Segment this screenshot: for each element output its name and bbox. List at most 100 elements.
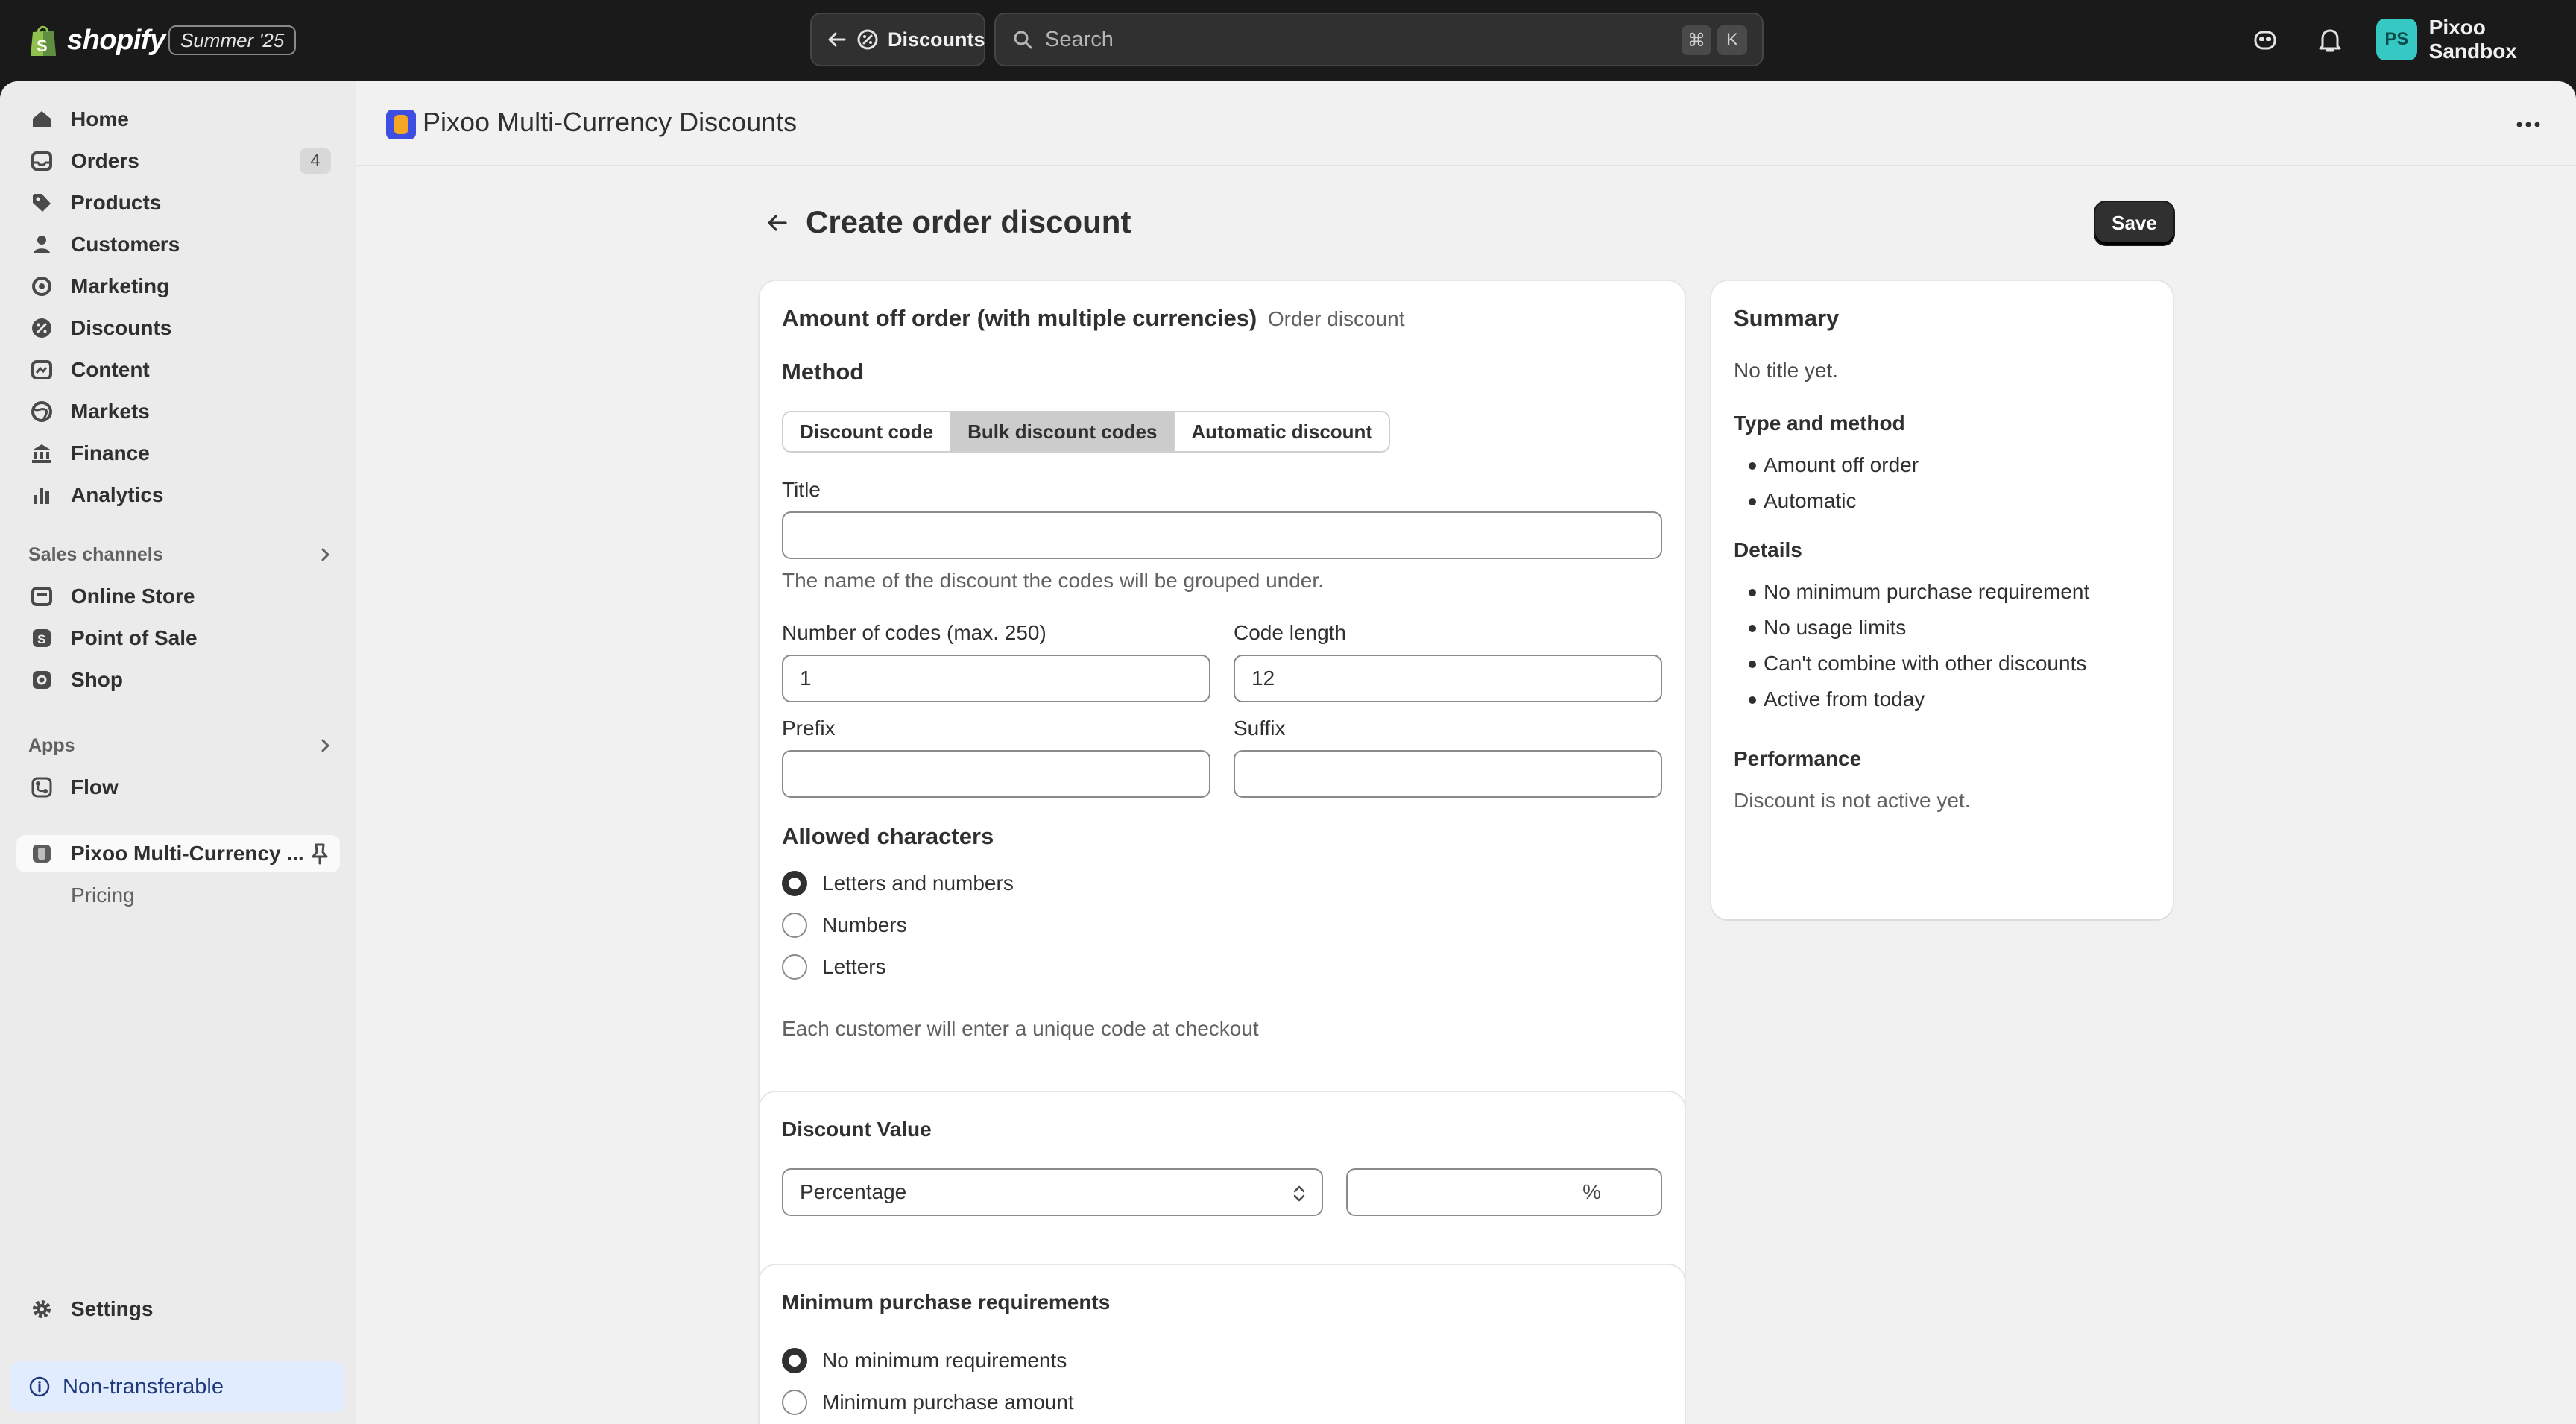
suffix-input[interactable] — [1234, 750, 1662, 798]
sidebar-item-label: Markets — [71, 400, 150, 423]
num-codes-label: Number of codes (max. 250) — [782, 621, 1046, 644]
sales-channels-header[interactable]: Sales channels — [28, 540, 340, 570]
sidebar-item-marketing[interactable]: Marketing — [16, 268, 340, 305]
shopify-logo[interactable]: S shopify — [28, 22, 165, 58]
shortcut-cmd-key: ⌘ — [1682, 25, 1711, 55]
radio-button[interactable] — [782, 1390, 807, 1415]
sidebar-subitem-pricing[interactable]: Pricing — [71, 883, 135, 907]
suffix-label: Suffix — [1234, 716, 1286, 740]
sidebar-item-home[interactable]: Home — [16, 101, 340, 138]
discount-type-heading: Amount off order (with multiple currenci… — [782, 305, 1257, 331]
radio-minimum-amount[interactable]: Minimum purchase amount — [782, 1390, 1074, 1415]
non-transferable-label: Non-transferable — [63, 1374, 224, 1399]
admin-frame: Home Orders 4 Products Customers Marketi… — [0, 81, 2576, 1424]
sidebar-item-analytics[interactable]: Analytics — [16, 476, 340, 514]
title-input[interactable] — [782, 511, 1662, 559]
discount-type-subheading: Order discount — [1267, 307, 1405, 330]
method-bulk-codes-button[interactable]: Bulk discount codes — [951, 412, 1175, 451]
radio-button-selected[interactable] — [782, 871, 807, 896]
sidekick-icon[interactable] — [2249, 24, 2282, 57]
sidebar-item-finance[interactable]: Finance — [16, 435, 340, 472]
pos-icon: S — [33, 629, 51, 647]
summary-no-title: No title yet. — [1734, 359, 1839, 382]
sidebar-item-label: Online Store — [71, 585, 195, 608]
method-automatic-button[interactable]: Automatic discount — [1175, 412, 1389, 451]
sidebar-item-point-of-sale[interactable]: S Point of Sale — [16, 620, 340, 657]
radio-label: Letters — [822, 955, 886, 978]
discount-type-select[interactable]: Percentage — [782, 1168, 1323, 1216]
summary-heading: Summary — [1734, 305, 1840, 331]
radio-label: No minimum requirements — [822, 1349, 1067, 1372]
radio-no-minimum[interactable]: No minimum requirements — [782, 1348, 1067, 1373]
radio-letters[interactable]: Letters — [782, 954, 886, 980]
code-length-input[interactable]: 12 — [1234, 655, 1662, 702]
bullet — [1749, 625, 1756, 632]
discount-amount-input[interactable]: % — [1346, 1168, 1662, 1216]
shopify-bag-icon: S — [31, 25, 56, 56]
back-arrow-icon[interactable] — [765, 210, 790, 236]
bullet — [1749, 498, 1756, 505]
sidebar-item-customers[interactable]: Customers — [16, 226, 340, 263]
bullet — [1749, 696, 1756, 704]
method-label: Method — [782, 359, 865, 385]
account-name: Pixoo Sandbox — [2428, 16, 2517, 63]
code-length-label: Code length — [1234, 621, 1347, 644]
checkout-help-text: Each customer will enter a unique code a… — [782, 1017, 1259, 1040]
app-icon — [33, 845, 51, 863]
radio-letters-and-numbers[interactable]: Letters and numbers — [782, 871, 1014, 896]
sidebar-item-flow[interactable]: Flow — [16, 769, 340, 806]
radio-numbers[interactable]: Numbers — [782, 913, 907, 938]
sidebar-item-shop[interactable]: Shop — [16, 661, 340, 699]
sidebar-item-label: Point of Sale — [71, 626, 198, 649]
sidebar-item-label: Discounts — [71, 316, 172, 339]
discount-value-heading: Discount Value — [782, 1118, 932, 1141]
save-button[interactable]: Save — [2095, 202, 2174, 245]
sidebar-item-products[interactable]: Products — [16, 184, 340, 221]
num-codes-input[interactable]: 1 — [782, 655, 1210, 702]
sidebar-item-settings[interactable]: Settings — [16, 1291, 340, 1328]
more-horizontal-icon[interactable] — [2515, 111, 2542, 138]
sales-channels-label: Sales channels — [28, 544, 163, 565]
breadcrumb-discounts-button[interactable]: Discounts — [810, 13, 985, 66]
notifications-bell-icon[interactable] — [2314, 24, 2346, 57]
select-chevrons-icon — [1293, 1185, 1305, 1202]
top-bar: S shopify Summer '25 Discounts Search ⌘ … — [0, 0, 2576, 81]
sidebar-item-discounts[interactable]: Discounts — [16, 309, 340, 347]
radio-button[interactable] — [782, 913, 807, 938]
apps-label: Apps — [28, 734, 75, 756]
sidebar-item-label: Marketing — [71, 274, 170, 297]
edition-badge[interactable]: Summer '25 — [168, 25, 297, 55]
sidebar-item-label: Orders — [71, 149, 139, 172]
card-heading: Amount off order (with multiple currenci… — [782, 305, 1405, 332]
radio-button-selected[interactable] — [782, 1348, 807, 1373]
pin-icon[interactable] — [309, 842, 331, 866]
method-segmented-control: Discount code Bulk discount codes Automa… — [782, 411, 1391, 453]
radio-button[interactable] — [782, 954, 807, 980]
radio-label: Minimum purchase amount — [822, 1390, 1074, 1414]
account-menu[interactable]: PS Pixoo Sandbox — [2376, 16, 2576, 63]
search-bar[interactable]: Search ⌘ K — [994, 13, 1764, 66]
info-icon — [29, 1376, 50, 1397]
avatar: PS — [2376, 19, 2417, 60]
chart-icon — [34, 488, 49, 504]
discount-type-selected: Percentage — [800, 1180, 907, 1203]
percent-suffix: % — [1582, 1180, 1601, 1203]
bullet — [1749, 462, 1756, 470]
sidebar-item-label: Products — [71, 191, 162, 214]
prefix-input[interactable] — [782, 750, 1210, 798]
method-discount-code-button[interactable]: Discount code — [783, 412, 952, 451]
page-title: Create order discount — [806, 204, 1131, 239]
app-title: Pixoo Multi-Currency Discounts — [423, 107, 798, 137]
apps-header[interactable]: Apps — [28, 731, 340, 760]
bullet — [1749, 589, 1756, 596]
sidebar: Home Orders 4 Products Customers Marketi… — [0, 81, 356, 1424]
globe-icon — [31, 401, 52, 422]
sidebar-item-online-store[interactable]: Online Store — [16, 578, 340, 615]
non-transferable-banner[interactable]: Non-transferable — [10, 1361, 344, 1412]
title-help-text: The name of the discount the codes will … — [782, 569, 1324, 592]
sidebar-item-pixoo-app[interactable]: Pixoo Multi-Currency ... — [16, 835, 340, 872]
app-header: Pixoo Multi-Currency Discounts — [356, 81, 2576, 166]
sidebar-item-markets[interactable]: Markets — [16, 393, 340, 430]
sidebar-item-content[interactable]: Content — [16, 351, 340, 388]
sidebar-item-orders[interactable]: Orders 4 — [16, 142, 340, 180]
